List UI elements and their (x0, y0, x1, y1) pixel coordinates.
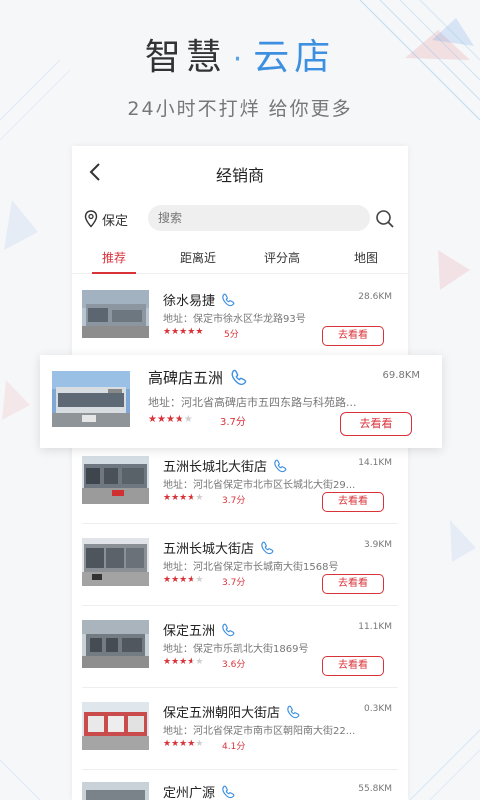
divider (82, 605, 398, 606)
dealer-distance: 28.6KM (358, 292, 392, 302)
dealer-address: 地址：保定市徐水区华龙路93号 (163, 314, 306, 325)
hero: 智慧 · 云店 24小时不打烊 给你更多 (0, 28, 480, 121)
rating-stars: ★★★★★ (163, 657, 204, 667)
visit-button[interactable]: 去看看 (340, 412, 412, 436)
phone-icon[interactable] (221, 623, 235, 637)
dealer-address: 地址：河北省保定市南市区朝阳南大街22... (163, 726, 356, 737)
hero-title: 智慧 · 云店 (0, 28, 480, 80)
search-icon[interactable] (374, 208, 396, 230)
location-city[interactable]: 保定 (102, 210, 128, 229)
phone-icon[interactable] (286, 705, 300, 719)
tab-bar: 推荐 距离近 评分高 地图 (72, 240, 408, 274)
rating-stars: ★★★★★ (163, 493, 204, 503)
dealer-photo (82, 782, 149, 800)
dealer-name: 定州广源 (163, 782, 235, 800)
divider (82, 769, 398, 770)
dealer-photo (82, 702, 149, 750)
dealer-photo (82, 456, 149, 504)
dealer-photo (52, 371, 130, 427)
visit-button[interactable]: 去看看 (322, 574, 384, 594)
dealer-name: 高碑店五洲 (148, 367, 247, 388)
rating-stars: ★★★★★ (163, 327, 204, 337)
tab-map[interactable]: 地图 (324, 240, 408, 273)
dealer-name: 徐水易捷 (163, 290, 235, 309)
dealer-panel: 经销商 保定 推荐 距离近 评分高 地图 徐水易捷 28.6KM 地址：保定市 (72, 146, 408, 800)
rating-stars: ★★★★★ (163, 575, 204, 585)
hero-title-part2: 云店 (253, 37, 336, 78)
location-pin-icon (84, 210, 98, 228)
page-title: 经销商 (215, 166, 264, 185)
rating-score: 3.7分 (222, 578, 246, 588)
rating-score: 4.1分 (222, 742, 246, 752)
dealer-name: 五洲长城北大街店 (163, 456, 287, 475)
phone-icon[interactable] (221, 293, 235, 307)
rating-score: 3.7分 (220, 417, 246, 428)
dealer-distance: 14.1KM (358, 458, 392, 468)
rating-score: 3.6分 (222, 660, 246, 670)
hero-subtitle: 24小时不打烊 给你更多 (127, 98, 353, 120)
phone-icon[interactable] (221, 785, 235, 799)
panel-header: 经销商 (72, 146, 408, 198)
dealer-photo (82, 620, 149, 668)
dealer-card[interactable]: 定州广源 55.8KM (72, 782, 408, 800)
visit-button[interactable]: 去看看 (322, 326, 384, 346)
dealer-distance: 3.9KM (364, 540, 392, 550)
tab-recommend[interactable]: 推荐 (72, 240, 156, 274)
visit-button[interactable]: 去看看 (322, 656, 384, 676)
dealer-card-featured[interactable]: 高碑店五洲 69.8KM 地址：河北省高碑店市五四东路与科苑路... ★★★★★… (40, 355, 442, 448)
dealer-distance: 55.8KM (358, 784, 392, 794)
tab-nearest[interactable]: 距离近 (156, 240, 240, 273)
dealer-distance: 11.1KM (358, 622, 392, 632)
dealer-address: 地址：河北省保定市北市区长城北大街29... (163, 480, 356, 491)
visit-button[interactable]: 去看看 (322, 492, 384, 512)
phone-icon[interactable] (230, 369, 247, 386)
rating-stars: ★★★★★ (148, 414, 193, 425)
rating-score: 3.7分 (222, 496, 246, 506)
dealer-name: 保定五洲 (163, 620, 235, 639)
phone-icon[interactable] (260, 541, 274, 555)
hero-title-separator: · (232, 42, 248, 77)
dealer-card[interactable]: 五洲长城北大街店 14.1KM 地址：河北省保定市北市区长城北大街29... ★… (72, 456, 408, 524)
dealer-address: 地址：河北省高碑店市五四东路与科苑路... (148, 396, 357, 409)
dealer-card[interactable]: 保定五洲 11.1KM 地址：保定市乐凯北大街1869号 ★★★★★ 3.6分 … (72, 620, 408, 688)
dealer-name: 保定五洲朝阳大街店 (163, 702, 300, 721)
search-input[interactable] (148, 205, 370, 231)
divider (82, 523, 398, 524)
dealer-address: 地址：保定市乐凯北大街1869号 (163, 644, 309, 655)
dealer-address: 地址：河北省保定市长城南大街1568号 (163, 562, 339, 573)
hero-title-part1: 智慧 (144, 37, 227, 78)
divider (82, 687, 398, 688)
dealer-photo (82, 290, 149, 338)
rating-stars: ★★★★★ (163, 739, 204, 749)
dealer-card[interactable]: 徐水易捷 28.6KM 地址：保定市徐水区华龙路93号 ★★★★★ 5分 去看看 (72, 290, 408, 358)
dealer-card[interactable]: 五洲长城大街店 3.9KM 地址：河北省保定市长城南大街1568号 ★★★★★ … (72, 538, 408, 606)
search-row: 保定 (72, 198, 408, 240)
dealer-name: 五洲长城大街店 (163, 538, 274, 557)
dealer-card[interactable]: 保定五洲朝阳大街店 0.3KM 地址：河北省保定市南市区朝阳南大街22... ★… (72, 702, 408, 770)
tab-top-rated[interactable]: 评分高 (240, 240, 324, 273)
rating-score: 5分 (224, 330, 239, 340)
dealer-distance: 0.3KM (364, 704, 392, 714)
dealer-distance: 69.8KM (382, 370, 420, 381)
phone-icon[interactable] (273, 459, 287, 473)
dealer-photo (82, 538, 149, 586)
